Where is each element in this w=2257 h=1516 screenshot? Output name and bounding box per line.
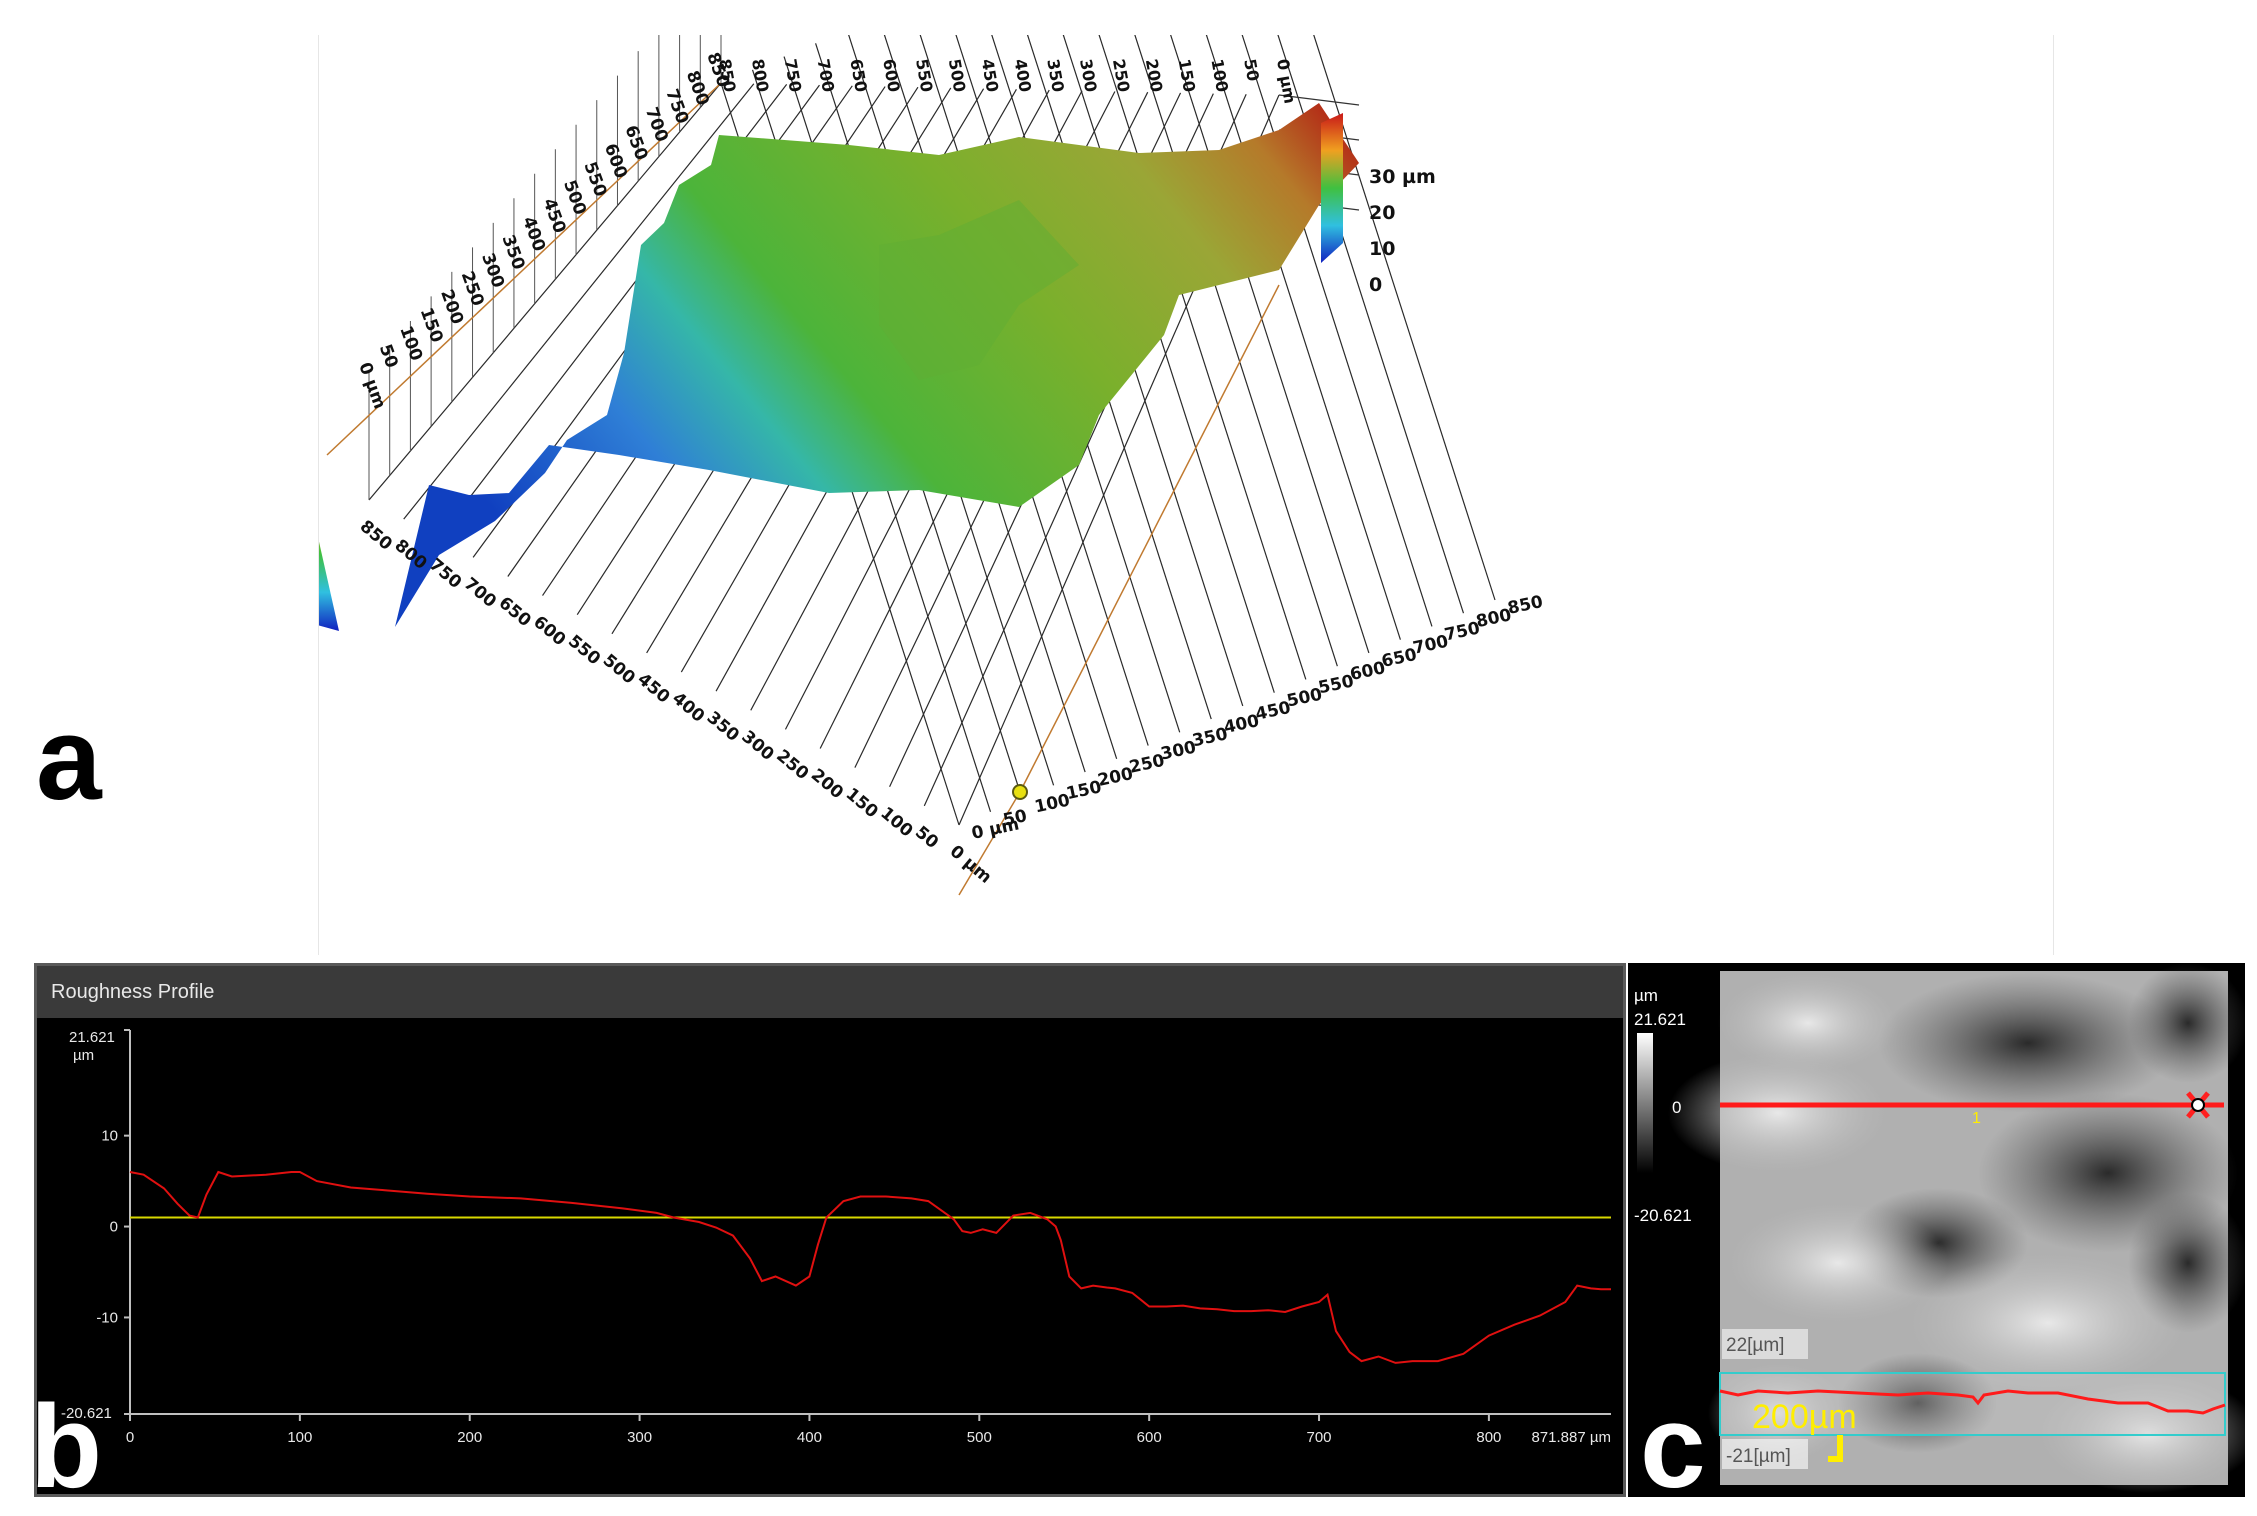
x-tick-label: 400	[797, 1429, 822, 1446]
x-ticks: 0 100 200 300 400 500 600 700 800	[126, 1414, 1501, 1446]
top-back-tick-label: 500	[945, 57, 970, 93]
x-tick-label: 600	[529, 612, 569, 650]
panel-c-height-map: µm 21.621 0 -20.621 1 22[	[1628, 963, 2245, 1497]
profile-line	[129, 1170, 1611, 1364]
z-tick-label-right: 0	[1369, 274, 1382, 296]
colorbar-max-label: 21.621	[1634, 1010, 1686, 1029]
y-ticks: 10 0 -10	[96, 1029, 130, 1415]
color-bar-right	[1321, 113, 1343, 263]
x-tick-label: 400	[668, 689, 708, 727]
panel-label-a: a	[36, 693, 102, 825]
x-tick-label: 350	[703, 708, 743, 746]
top-back-tick-label: 100	[1207, 57, 1232, 93]
x-tick-label: 0 µm	[946, 842, 996, 888]
chart-axes	[129, 1030, 1611, 1415]
x-tick-label: 700	[1307, 1429, 1332, 1446]
panel-a-3d-surface: 850 800 750 700 650 600 550 500 450 400 350 300 250 2…	[318, 35, 2054, 955]
surface-mesh	[395, 103, 1359, 627]
y-tick-label: 850	[1506, 592, 1545, 619]
panel-label-c: c	[1640, 1381, 1706, 1513]
x-tick-label: 300	[627, 1429, 652, 1446]
x-tick-label: 250	[772, 746, 812, 784]
z-tick-label-right: 10	[1369, 238, 1395, 260]
x-tick-label: 300	[738, 727, 778, 765]
top-back-tick-label: 450	[978, 57, 1003, 93]
section-line-label: 1	[1972, 1110, 1981, 1127]
origin-marker	[1012, 784, 1028, 800]
roughness-profile-chart: 21.621 µm -20.621 871.887 µm 100-10 0 100…	[61, 1029, 1611, 1446]
colorbar-unit: µm	[1634, 986, 1658, 1005]
top-back-tick-label: 400	[1010, 57, 1035, 93]
y-tick-label: -10	[96, 1309, 118, 1326]
panel-title: Roughness Profile	[37, 966, 1623, 1018]
top-back-tick-label: 200	[1142, 57, 1167, 93]
series-lines	[129, 1170, 1611, 1364]
x-tick-label: 700	[460, 574, 500, 612]
colorbar-min-label: -20.621	[1634, 1206, 1692, 1225]
x-tick-label: 600	[1137, 1429, 1162, 1446]
y-unit-label: µm	[73, 1047, 94, 1064]
x-end-label: 871.887 µm	[1531, 1429, 1611, 1446]
top-left-tick-label: 50	[375, 342, 402, 371]
panel-label-b: b	[30, 1381, 103, 1513]
top-back-tick-label: 250	[1109, 57, 1134, 93]
x-tick-label: 650	[495, 593, 535, 631]
grid-line	[1313, 35, 1496, 601]
top-back-tick-label: 550	[912, 57, 937, 93]
color-bar-left	[319, 541, 339, 631]
surface-3d-plot: 8508007507006506005505004504003503002502…	[319, 35, 1545, 896]
x-tick-label: 200	[807, 765, 847, 803]
inset-top-label: 22[µm]	[1726, 1335, 1784, 1356]
x-tick-label: 50	[911, 822, 942, 853]
x-tick-label: 150	[842, 784, 882, 822]
grayscale-colorbar	[1637, 1033, 1653, 1173]
x-tick-label: 0	[126, 1429, 134, 1446]
scale-bar-label: 200µm	[1752, 1398, 1857, 1436]
y-max-label: 21.621	[69, 1029, 115, 1046]
x-tick-label: 500	[599, 650, 639, 688]
top-back-tick-label: 350	[1043, 57, 1068, 93]
z-tick-label-right: 30 µm	[1369, 166, 1436, 188]
top-back-tick-label: 150	[1175, 57, 1200, 93]
grid-line	[1277, 35, 1465, 614]
x-tick-label: 450	[633, 669, 673, 707]
x-tick-label: 850	[356, 517, 396, 555]
top-back-tick-label: 800	[748, 57, 773, 93]
z-tick-label-right: 20	[1369, 202, 1395, 224]
y-tick-label: 50	[1001, 806, 1028, 831]
x-tick-label: 500	[967, 1429, 992, 1446]
x-tick-label: 550	[564, 631, 604, 669]
y-tick-label: 10	[101, 1128, 118, 1145]
y-tick-label: 0	[110, 1219, 118, 1236]
x-tick-label: 100	[876, 803, 916, 841]
x-tick-label: 100	[287, 1429, 312, 1446]
x-tick-label: 800	[1476, 1429, 1501, 1446]
inset-bottom-label: -21[µm]	[1726, 1446, 1791, 1467]
panel-b-roughness-profile: Roughness Profile 21.621 µm -20.621 871.…	[34, 963, 1626, 1497]
top-back-tick-label: 50	[1240, 57, 1263, 82]
x-tick-label: 200	[457, 1429, 482, 1446]
top-back-tick-label: 600	[879, 57, 904, 93]
height-map-view: µm 21.621 0 -20.621 1 22[	[1634, 963, 2245, 1493]
